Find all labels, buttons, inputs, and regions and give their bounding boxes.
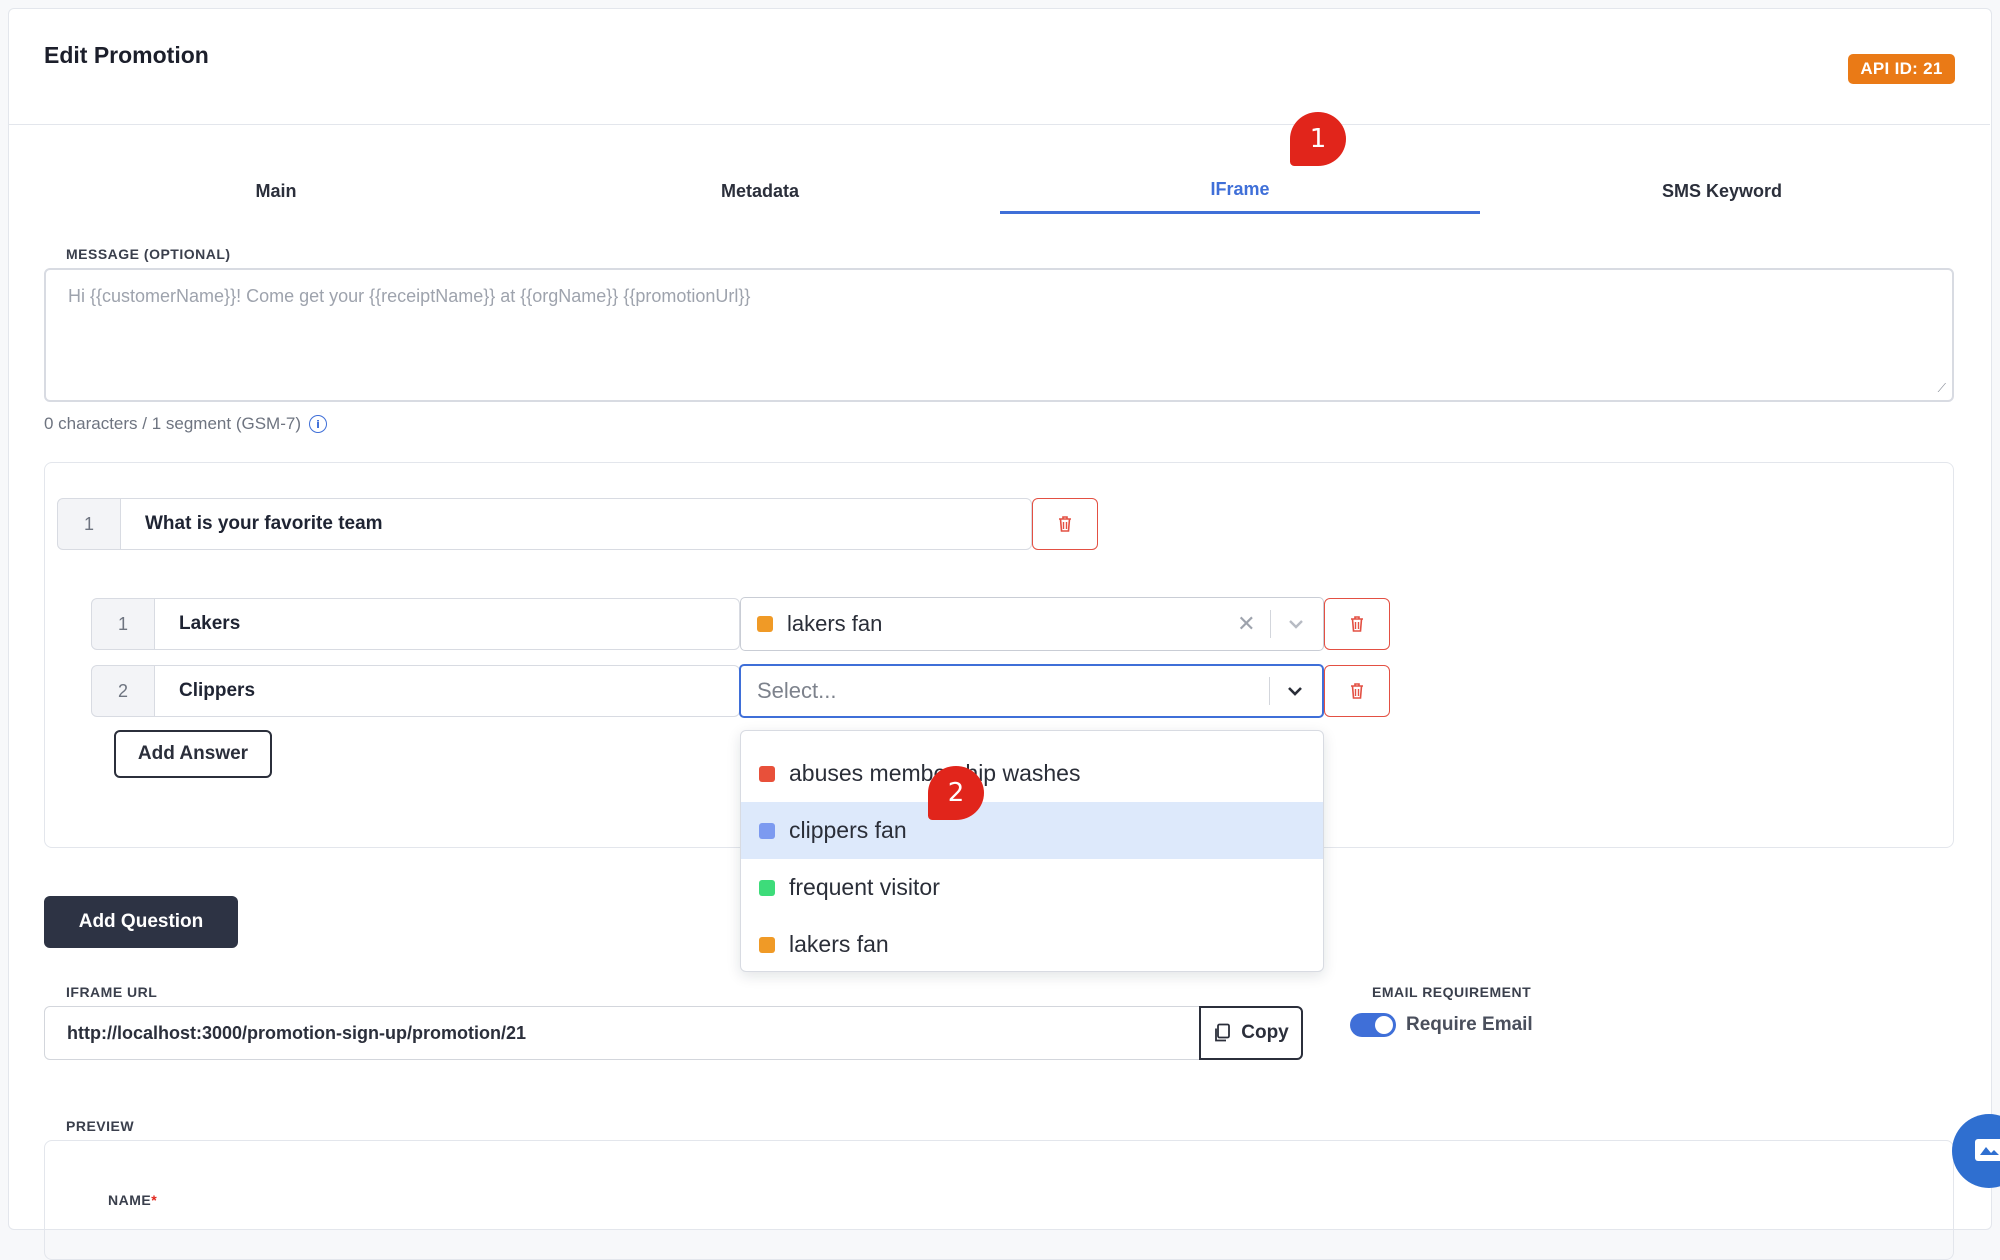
info-icon[interactable]: i	[308, 415, 327, 433]
copy-button[interactable]: Copy	[1199, 1006, 1303, 1060]
char-count: 0 characters / 1 segment (GSM-7) i	[44, 414, 327, 434]
message-textarea[interactable]: Hi {{customerName}}! Come get your {{rec…	[44, 268, 1954, 402]
toggle-knob	[1375, 1016, 1393, 1034]
tag-dropdown-menu: abuses membership washes clippers fan fr…	[740, 730, 1324, 972]
tag-color-swatch	[759, 765, 775, 782]
tab-metadata[interactable]: Metadata	[520, 168, 1000, 214]
answer-number: 1	[91, 598, 155, 650]
tag-color-swatch	[759, 879, 775, 896]
page-title: Edit Promotion	[44, 42, 209, 68]
tag-color-swatch	[757, 616, 773, 632]
tab-iframe[interactable]: IFrame	[1000, 168, 1480, 214]
answer-number: 2	[91, 665, 155, 717]
chevron-down-icon[interactable]	[1284, 680, 1306, 702]
preview-panel	[44, 1140, 1954, 1260]
annotation-marker-2: 2	[928, 766, 984, 820]
iframe-url-label: IFRAME URL	[66, 984, 158, 1000]
name-label-text: NAME	[108, 1192, 152, 1208]
trash-icon	[1351, 683, 1363, 699]
dropdown-option-abuses-membership-washes[interactable]: abuses membership washes	[741, 745, 1323, 802]
email-requirement-label: EMAIL REQUIREMENT	[1372, 984, 1532, 1000]
answer-tag-select[interactable]: lakers fan ✕	[740, 597, 1324, 651]
question-number: 1	[57, 498, 121, 550]
iframe-url-input[interactable]: http://localhost:3000/promotion-sign-up/…	[44, 1006, 1200, 1060]
message-label: MESSAGE (OPTIONAL)	[66, 246, 231, 262]
delete-answer-button[interactable]	[1324, 598, 1390, 650]
add-answer-button[interactable]: Add Answer	[114, 730, 272, 778]
answer-text-input[interactable]: Clippers	[154, 665, 740, 717]
tab-main[interactable]: Main	[36, 168, 516, 214]
option-label: frequent visitor	[789, 874, 940, 900]
delete-answer-button[interactable]	[1324, 665, 1390, 717]
delete-question-button[interactable]	[1032, 498, 1098, 550]
tag-color-swatch	[759, 822, 775, 839]
copy-icon	[1215, 1023, 1231, 1042]
select-placeholder: Select...	[757, 678, 837, 703]
char-count-text: 0 characters / 1 segment (GSM-7)	[44, 414, 301, 433]
dropdown-option-clippers-fan[interactable]: clippers fan	[741, 802, 1323, 859]
add-question-button[interactable]: Add Question	[44, 896, 238, 948]
select-divider	[1268, 677, 1270, 705]
option-label: lakers fan	[789, 931, 889, 957]
preview-label: PREVIEW	[66, 1118, 135, 1134]
copy-label: Copy	[1241, 1022, 1289, 1043]
api-id-badge: API ID: 21	[1848, 54, 1955, 84]
trash-icon	[1059, 516, 1071, 532]
question-text-input[interactable]: What is your favorite team	[120, 498, 1032, 550]
chevron-down-icon[interactable]	[1285, 613, 1307, 635]
selected-tag-label: lakers fan	[787, 611, 883, 636]
resize-grip-icon[interactable]: ⟋	[1938, 381, 1946, 396]
option-label: clippers fan	[789, 817, 907, 843]
tag-color-swatch	[759, 936, 775, 953]
dropdown-option-frequent-visitor[interactable]: frequent visitor	[741, 859, 1323, 916]
header-divider	[8, 124, 1990, 125]
require-email-label: Require Email	[1406, 1014, 1533, 1035]
select-divider	[1269, 610, 1271, 638]
require-email-toggle[interactable]	[1350, 1013, 1396, 1037]
clear-selection-icon[interactable]: ✕	[1237, 612, 1255, 637]
required-asterisk: *	[151, 1192, 158, 1208]
support-icon	[1975, 1139, 2000, 1161]
preview-name-label: NAME*	[108, 1192, 157, 1208]
message-placeholder: Hi {{customerName}}! Come get your {{rec…	[68, 286, 751, 306]
answer-tag-select[interactable]: Select...	[739, 664, 1324, 718]
answer-text-input[interactable]: Lakers	[154, 598, 740, 650]
trash-icon	[1351, 616, 1363, 632]
annotation-marker-1: 1	[1290, 112, 1346, 166]
tab-sms-keyword[interactable]: SMS Keyword	[1482, 168, 1962, 214]
dropdown-option-lakers-fan[interactable]: lakers fan	[741, 916, 1323, 973]
